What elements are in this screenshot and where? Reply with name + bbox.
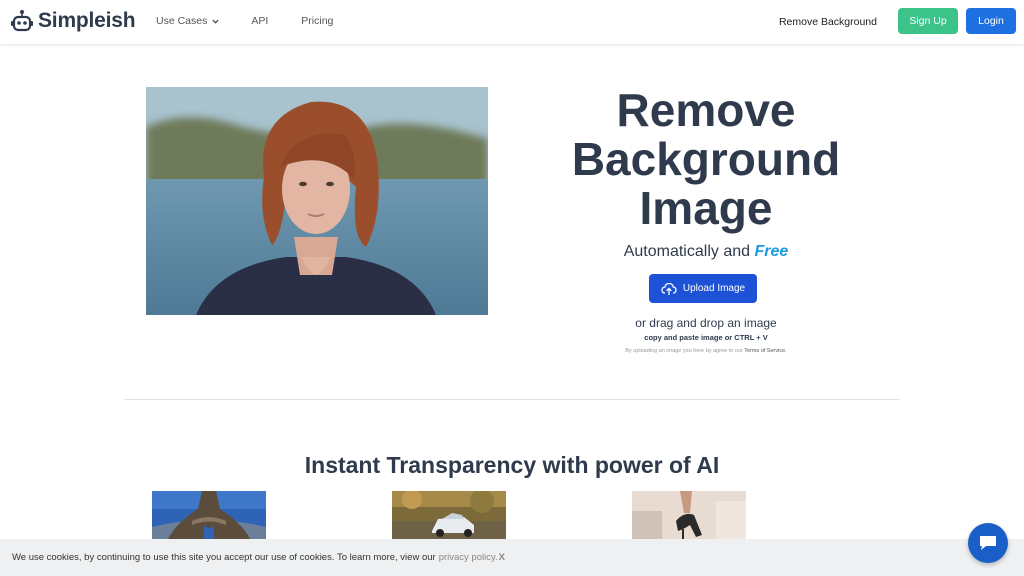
remove-background-link[interactable]: Remove Background <box>779 16 877 28</box>
chat-launcher-button[interactable] <box>968 523 1008 563</box>
upload-image-button[interactable]: Upload Image <box>649 274 757 303</box>
cookie-banner: We use cookies, by continuing to use thi… <box>0 539 1024 576</box>
terms-of-service-link[interactable]: Terms of Service. <box>744 348 786 354</box>
robot-logo-icon <box>11 10 33 32</box>
brand-name: Simpleish <box>38 9 136 32</box>
nav-pricing[interactable]: Pricing <box>301 15 333 27</box>
high-heels-photo <box>632 491 746 539</box>
example-thumbnail-heels[interactable] <box>632 491 746 539</box>
nav-use-cases[interactable]: Use Cases <box>156 15 219 27</box>
hero-subtitle-free: Free <box>754 243 789 260</box>
upload-image-label: Upload Image <box>682 283 746 294</box>
cookie-text: We use cookies, by continuing to use thi… <box>12 552 436 563</box>
privacy-policy-link[interactable]: privacy policy. <box>439 552 498 563</box>
nav-use-cases-label: Use Cases <box>156 15 208 27</box>
drag-drop-text: or drag and drop an image <box>635 316 777 330</box>
portrait-photo <box>146 87 488 315</box>
hero-title-line-3: Image <box>639 182 773 234</box>
signup-button[interactable]: Sign Up <box>898 8 958 34</box>
hero-title-line-1: Remove <box>616 84 796 136</box>
example-thumbnail-eiffel[interactable] <box>152 491 266 539</box>
top-navbar: Simpleish Use Cases API Pricing Remove B… <box>0 0 1024 44</box>
example-thumbnail-car[interactable] <box>392 491 506 539</box>
login-button[interactable]: Login <box>966 8 1016 34</box>
section-title: Instant Transparency with power of AI <box>304 452 720 478</box>
hero-subtitle: Automatically and Free <box>560 243 852 261</box>
terms-notice: By uploading an image you here by agree … <box>560 348 852 354</box>
chat-bubble-icon <box>980 536 996 550</box>
cookie-close-button[interactable]: X <box>499 552 505 563</box>
paste-hint: copy and paste image or CTRL + V <box>644 333 768 342</box>
section-divider <box>124 399 900 400</box>
hero-title-line-2: Background <box>571 133 841 185</box>
chevron-down-icon <box>212 19 219 24</box>
main-nav: Use Cases API Pricing <box>156 15 333 27</box>
hero-title: Remove Background Image <box>560 86 852 233</box>
rally-car-photo <box>392 491 506 539</box>
nav-api[interactable]: API <box>251 15 268 27</box>
eiffel-tower-photo <box>152 491 266 539</box>
terms-prefix: By uploading an image you here by agree … <box>625 348 743 354</box>
brand-logo[interactable]: Simpleish <box>11 9 136 33</box>
hero-sample-image <box>146 87 488 315</box>
cloud-upload-icon <box>661 282 677 295</box>
hero-subtitle-prefix: Automatically and <box>623 243 751 260</box>
